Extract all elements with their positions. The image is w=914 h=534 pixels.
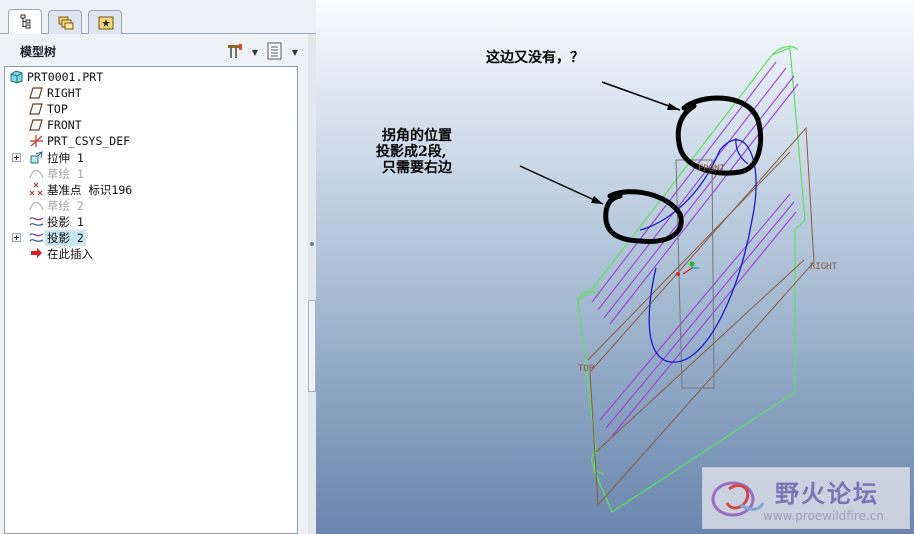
tree-item-label: RIGHT <box>47 86 82 100</box>
model-tree-icon <box>20 14 31 29</box>
sketch-icon <box>29 169 44 179</box>
annotation-note-line-3: 只需要右边 <box>382 160 452 176</box>
forum-watermark: 野火论坛 www.proewildfire.cn <box>702 467 910 529</box>
tab-folder-browser[interactable] <box>48 10 82 34</box>
tree-item-label: PRT_CSYS_DEF <box>47 134 131 148</box>
favorites-icon <box>98 16 114 30</box>
tree-item-label: 在此插入 <box>47 247 93 261</box>
tree-item-label: 拉伸 1 <box>47 151 84 165</box>
projected-curve-icon <box>29 217 44 226</box>
annotation-arrows <box>519 81 681 205</box>
tree-item-label: 草绘 1 <box>47 167 84 181</box>
panel-splitter[interactable] <box>308 34 316 534</box>
model-tree: PRT0001.PRT RIGHT TOP FRONT PRT_CSYS_DEF <box>4 66 298 534</box>
tab-model-tree[interactable] <box>8 9 42 34</box>
extrude-icon <box>30 151 43 164</box>
watermark-title: 野火论坛 <box>775 480 879 508</box>
tree-item-sketch-1[interactable]: 草绘 1 <box>5 165 297 181</box>
tree-item-right[interactable]: RIGHT <box>5 85 297 101</box>
tree-item-extrude-1[interactable]: 拉伸 1 <box>5 149 297 165</box>
arrow-head <box>591 196 603 204</box>
tree-show-icon <box>267 42 282 60</box>
graphics-window[interactable]: RIGHT TOP FRONT 这边又没有，？ 拐角的位置 投影成2段, 只需要… <box>316 0 914 534</box>
model-tree-title: 模型树 <box>20 45 57 59</box>
part-icon <box>10 70 23 84</box>
tree-item-sketch-2[interactable]: 草绘 2 <box>5 197 297 213</box>
tree-item-label: PRT0001.PRT <box>27 70 104 84</box>
tree-settings-icon <box>228 44 242 58</box>
insert-here-arrow-icon <box>31 248 42 258</box>
folder-browser-icon <box>58 16 74 30</box>
tree-item-csys[interactable]: PRT_CSYS_DEF <box>5 133 297 149</box>
expand-toggle[interactable] <box>12 153 21 162</box>
splitter-grip <box>310 242 314 246</box>
tree-item-front[interactable]: FRONT <box>5 117 297 133</box>
tree-item-label: 草绘 2 <box>47 199 84 213</box>
part-outline <box>577 47 806 513</box>
tab-favorites[interactable] <box>88 10 122 34</box>
tree-item-insert-here[interactable]: 在此插入 <box>5 245 297 261</box>
tree-item-datum-point[interactable]: 基准点 标识196 <box>5 181 297 197</box>
datum-plane-icon <box>29 103 43 115</box>
csys-icon <box>30 135 43 147</box>
model-tree-header: 模型树 ▼ ▼ <box>4 38 308 64</box>
tree-settings-button[interactable]: ▼ <box>226 42 258 60</box>
annotation-note-line-2: 投影成2段, <box>376 144 447 160</box>
navigator-tabbar <box>0 8 316 34</box>
arrow-head <box>667 103 680 110</box>
annotation-note-top: 这边又没有，？ <box>486 50 584 66</box>
model-geometry: RIGHT TOP FRONT <box>519 45 838 513</box>
tree-item-label: 投影 1 <box>47 215 84 229</box>
navigator-panel: 模型树 ▼ ▼ PRT0001.PRT RIGHT TOP FRONT PRT_… <box>0 0 316 534</box>
datum-plane-icon <box>29 119 43 131</box>
tree-item-part[interactable]: PRT0001.PRT <box>5 69 297 85</box>
datum-plane-icon <box>29 87 43 99</box>
datum-point-icon <box>29 182 43 196</box>
tree-item-projection-2[interactable]: 投影 2 <box>5 229 297 246</box>
csys-marker <box>676 261 699 276</box>
tree-item-label: FRONT <box>47 118 82 132</box>
splitter-handle[interactable] <box>308 300 316 392</box>
annotation-note-line-1: 拐角的位置 <box>382 128 452 144</box>
tree-item-label: 投影 2 <box>45 230 86 246</box>
tree-item-label: 基准点 标识196 <box>47 183 133 197</box>
expand-toggle[interactable] <box>12 233 21 242</box>
plane-label-right: RIGHT <box>810 262 838 272</box>
sketch-icon <box>29 201 44 211</box>
watermark-url: www.proewildfire.cn <box>763 509 884 523</box>
tree-item-projection-1[interactable]: 投影 1 <box>5 213 297 229</box>
tree-item-label: TOP <box>47 102 68 116</box>
forum-logo <box>711 481 765 517</box>
tree-item-top[interactable]: TOP <box>5 101 297 117</box>
plane-label-top: TOP <box>578 364 595 374</box>
projected-curve-icon <box>29 233 44 242</box>
plane-label-front: FRONT <box>698 164 726 174</box>
tree-show-button[interactable]: ▼ <box>266 42 298 60</box>
